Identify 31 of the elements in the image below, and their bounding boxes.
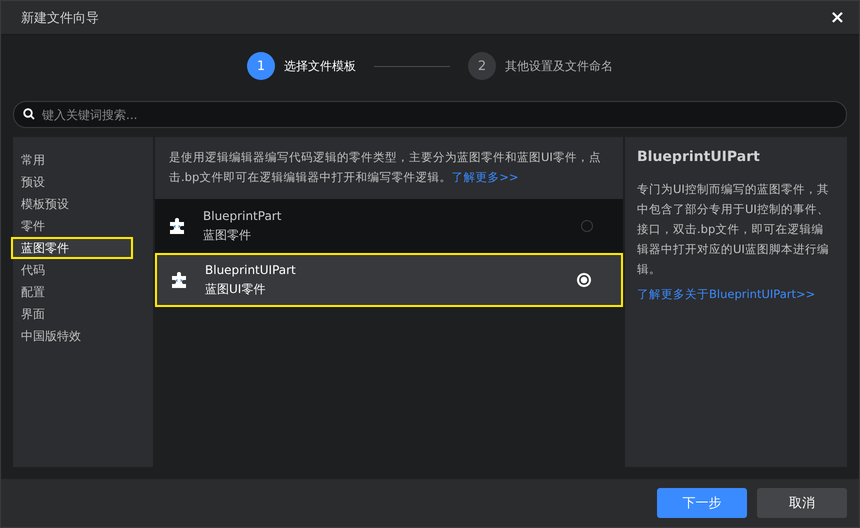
step-label: 其他设置及文件命名 — [505, 58, 613, 74]
template-name: BlueprintPart — [203, 208, 282, 222]
search-field[interactable]: 键入关键词搜索... — [13, 101, 847, 128]
puzzle-icon — [169, 217, 187, 235]
close-button[interactable]: × — [826, 8, 849, 26]
radio-button[interactable] — [581, 220, 593, 232]
sidebar-item[interactable]: 零件 — [13, 215, 153, 237]
template-subtitle: 蓝图UI零件 — [205, 280, 266, 298]
details-description: 专门为UI控制而编写的蓝图零件，其中包含了部分专用于UI控制的事件、接口，双击.bp文件，即可在逻辑编辑器中打开对应的UI蓝图脚本进行编辑。 — [637, 181, 830, 278]
template-item[interactable]: BlueprintUIPart 蓝图UI零件 — [155, 253, 623, 307]
step-number: 1 — [247, 52, 275, 80]
details-title: BlueprintUIPart — [637, 149, 761, 165]
window-title: 新建文件向导 — [21, 10, 99, 26]
learn-more-link[interactable]: 了解更多关于BlueprintUIPart>> — [637, 287, 816, 301]
template-subtitle: 蓝图零件 — [203, 226, 252, 244]
sidebar-item[interactable]: 界面 — [13, 303, 153, 325]
sidebar-item[interactable]: 常用 — [13, 149, 153, 171]
learn-more-link[interactable]: 了解更多>> — [451, 170, 519, 184]
sidebar-item[interactable]: 中国版特效 — [13, 325, 153, 347]
sidebar-item[interactable]: 模板预设 — [13, 193, 153, 215]
template-item[interactable]: BlueprintPart 蓝图零件 — [155, 199, 623, 253]
cancel-button[interactable]: 取消 — [757, 488, 847, 518]
sidebar-item[interactable]: 代码 — [13, 259, 153, 281]
sidebar-item[interactable]: 配置 — [13, 281, 153, 303]
category-description: 是使用逻辑编辑器编写代码逻辑的零件类型，主要分为蓝图零件和蓝图UI零件，点击.bp文件即可在逻辑编辑器中打开和编写零件逻辑。了解更多>> — [155, 137, 623, 199]
step-number: 2 — [468, 52, 496, 80]
template-name: BlueprintUIPart — [205, 262, 297, 276]
sidebar-item[interactable]: 预设 — [13, 171, 153, 193]
sidebar-item[interactable]: 蓝图零件 — [11, 237, 133, 259]
puzzle-icon — [171, 271, 189, 289]
step-label: 选择文件模板 — [284, 58, 356, 74]
